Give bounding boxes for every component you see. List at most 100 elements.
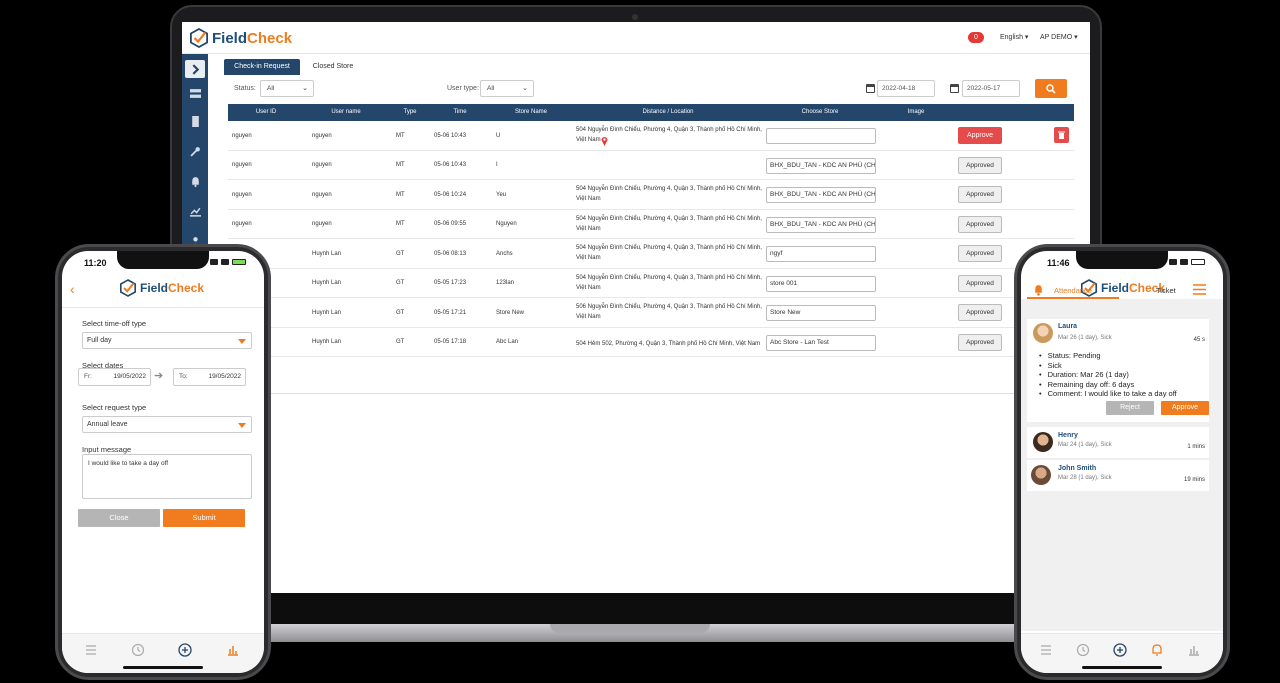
status-filter-select[interactable]: All ⌄: [260, 80, 314, 97]
list-icon[interactable]: [1039, 643, 1053, 657]
bell-icon[interactable]: [1033, 284, 1044, 296]
cell-time: 05-06 10:43: [434, 132, 467, 139]
choose-store-input[interactable]: BHX_BDU_TAN - KDC AN PHÚ (CHC: [766, 157, 876, 174]
web-dashboard: FieldCheck 0 English ▾ AP DEMO ▾ Check-i…: [182, 22, 1090, 593]
col-image: Image: [907, 109, 925, 115]
approved-button[interactable]: Approved: [958, 186, 1002, 203]
detail-status: Status: Pending: [1039, 351, 1177, 361]
choose-store-input[interactable]: store 001: [766, 275, 876, 292]
search-button[interactable]: [1035, 79, 1067, 98]
cell-type: MT: [396, 221, 405, 227]
table-header: User ID User name Type Time Store Name D…: [228, 104, 1074, 121]
laptop-bezel: [182, 593, 1090, 625]
request-card-john-smith[interactable]: John Smith Mar 28 (1 day), Sick 19 mins: [1027, 460, 1209, 491]
notification-badge[interactable]: 0: [968, 32, 984, 43]
table-row: Huynh Lan GT 05-05 17:18 Abc Lan 504 Hẻm 502…: [228, 328, 1074, 357]
sidebar-item-stores[interactable]: [185, 84, 205, 102]
request-type-select[interactable]: Annual leave: [82, 416, 252, 433]
caret-down-icon: [238, 423, 246, 428]
message-textarea[interactable]: I would like to take a day off: [82, 454, 252, 499]
bell-ringing-icon[interactable]: [1150, 643, 1164, 657]
cell-location: 504 Nguyễn Đình Chiểu, Phường 4, Quận 3,…: [576, 186, 762, 202]
history-icon[interactable]: [1076, 643, 1090, 657]
choose-store-input[interactable]: BHX_BDU_TAN - KDC AN PHÚ (CHC: [766, 187, 876, 203]
detail-remaining: Remaining day off: 6 days: [1039, 380, 1177, 390]
avatar: [1033, 432, 1053, 452]
cell-time: 05-05 17:21: [434, 309, 467, 316]
approve-button[interactable]: Approve: [1161, 401, 1209, 415]
cell-store-name: Yeu: [496, 191, 507, 198]
bell-icon: [191, 176, 199, 187]
cell-location: 504 Nguyễn Đình Chiểu, Phường 4, Quận 3,…: [576, 245, 762, 261]
date-from-field[interactable]: Fr: 19/05/2022: [78, 368, 151, 386]
map-pin-icon[interactable]: [601, 136, 608, 146]
chart-icon: [189, 207, 201, 217]
tab-closed-store[interactable]: Closed Store: [306, 59, 360, 75]
table-divider: [228, 393, 1074, 394]
choose-store-input[interactable]: Store New: [766, 305, 876, 321]
server-icon: [189, 88, 201, 98]
choose-store-input[interactable]: Abc Store - Lan Test: [766, 334, 876, 351]
user-type-filter-select[interactable]: All ⌄: [480, 80, 534, 97]
tab-attendance[interactable]: Attendance: [1054, 286, 1092, 295]
sidebar-item-keys[interactable]: [185, 142, 205, 160]
request-card-henry[interactable]: Henry Mar 24 (1 day), Sick 1 mins: [1027, 427, 1209, 458]
date-to-field[interactable]: To: 19/05/2022: [173, 368, 246, 386]
choose-store-input[interactable]: BHX_BDU_TAN - KDC AN PHÚ (CHC: [766, 216, 876, 233]
calendar-icon[interactable]: [866, 84, 875, 93]
request-time-ago: 19 mins: [1183, 477, 1205, 483]
key-icon: [189, 146, 200, 157]
cell-store-name: U: [496, 132, 501, 139]
logo-icon: [120, 279, 136, 297]
approved-button[interactable]: Approved: [958, 333, 1002, 351]
approved-button[interactable]: Approved: [958, 245, 1002, 262]
approved-button[interactable]: Approved: [958, 304, 1002, 321]
request-time-ago: 1 mins: [1187, 444, 1205, 450]
approved-button[interactable]: Approved: [958, 156, 1002, 174]
expand-sidebar-button[interactable]: [185, 60, 205, 78]
approved-button[interactable]: Approved: [958, 274, 1002, 292]
fieldcheck-logo: FieldCheck: [120, 279, 204, 297]
add-circle-icon[interactable]: [1113, 643, 1127, 657]
delete-button[interactable]: [1054, 127, 1069, 143]
add-circle-icon[interactable]: [178, 643, 192, 657]
sidebar-item-notifications[interactable]: [185, 172, 205, 190]
tab-ticket[interactable]: Ticket: [1156, 286, 1176, 295]
submit-button[interactable]: Submit: [163, 509, 245, 527]
wifi-icon: [221, 259, 229, 265]
status-filter-label: Status:: [234, 85, 256, 92]
hamburger-menu-icon[interactable]: [1193, 284, 1206, 295]
logo-icon: [190, 28, 208, 48]
list-icon[interactable]: [84, 643, 98, 657]
cell-user-name: Huynh Lan: [312, 309, 342, 316]
sidebar-item-reports[interactable]: [185, 202, 205, 220]
sidebar-item-documents[interactable]: [185, 112, 205, 130]
app-header: FieldCheck 0 English ▾ AP DEMO ▾: [182, 22, 1090, 54]
tab-check-in-request[interactable]: Check-in Request: [224, 59, 300, 75]
reject-button[interactable]: Reject: [1106, 401, 1154, 415]
cell-type: GT: [396, 339, 405, 345]
timeoff-type-select[interactable]: Full day: [82, 332, 252, 349]
close-button[interactable]: Close: [78, 509, 160, 527]
calendar-icon[interactable]: [950, 84, 959, 93]
date-to-input[interactable]: 2022-05-17: [962, 80, 1020, 97]
bar-chart-icon[interactable]: [1187, 643, 1201, 657]
cell-user-name: Huynh Lan: [312, 280, 342, 286]
fieldcheck-logo: FieldCheck: [1081, 279, 1165, 297]
date-from-input[interactable]: 2022-04-18: [877, 80, 935, 97]
table-row: Huynh Lan GT 05-05 17:21 Store New 506 Nguyễ…: [228, 298, 1074, 328]
choose-store-input[interactable]: [766, 128, 876, 144]
history-icon[interactable]: [131, 643, 145, 657]
avatar: [1031, 465, 1051, 485]
document-icon: [191, 115, 199, 127]
back-chevron-icon[interactable]: ‹: [70, 281, 75, 297]
bar-chart-icon[interactable]: [226, 643, 240, 657]
choose-store-input[interactable]: ngyf: [766, 246, 876, 262]
fieldcheck-logo[interactable]: FieldCheck: [190, 28, 292, 48]
account-dropdown[interactable]: AP DEMO ▾: [1040, 33, 1078, 41]
language-dropdown[interactable]: English ▾: [1000, 33, 1028, 41]
signal-icon: [1169, 259, 1177, 265]
approve-button[interactable]: Approve: [958, 127, 1002, 144]
approved-button[interactable]: Approved: [958, 215, 1002, 233]
cell-location: 506 Nguyễn Đình Chiểu, Phường 4, Quận 3,…: [576, 304, 762, 320]
